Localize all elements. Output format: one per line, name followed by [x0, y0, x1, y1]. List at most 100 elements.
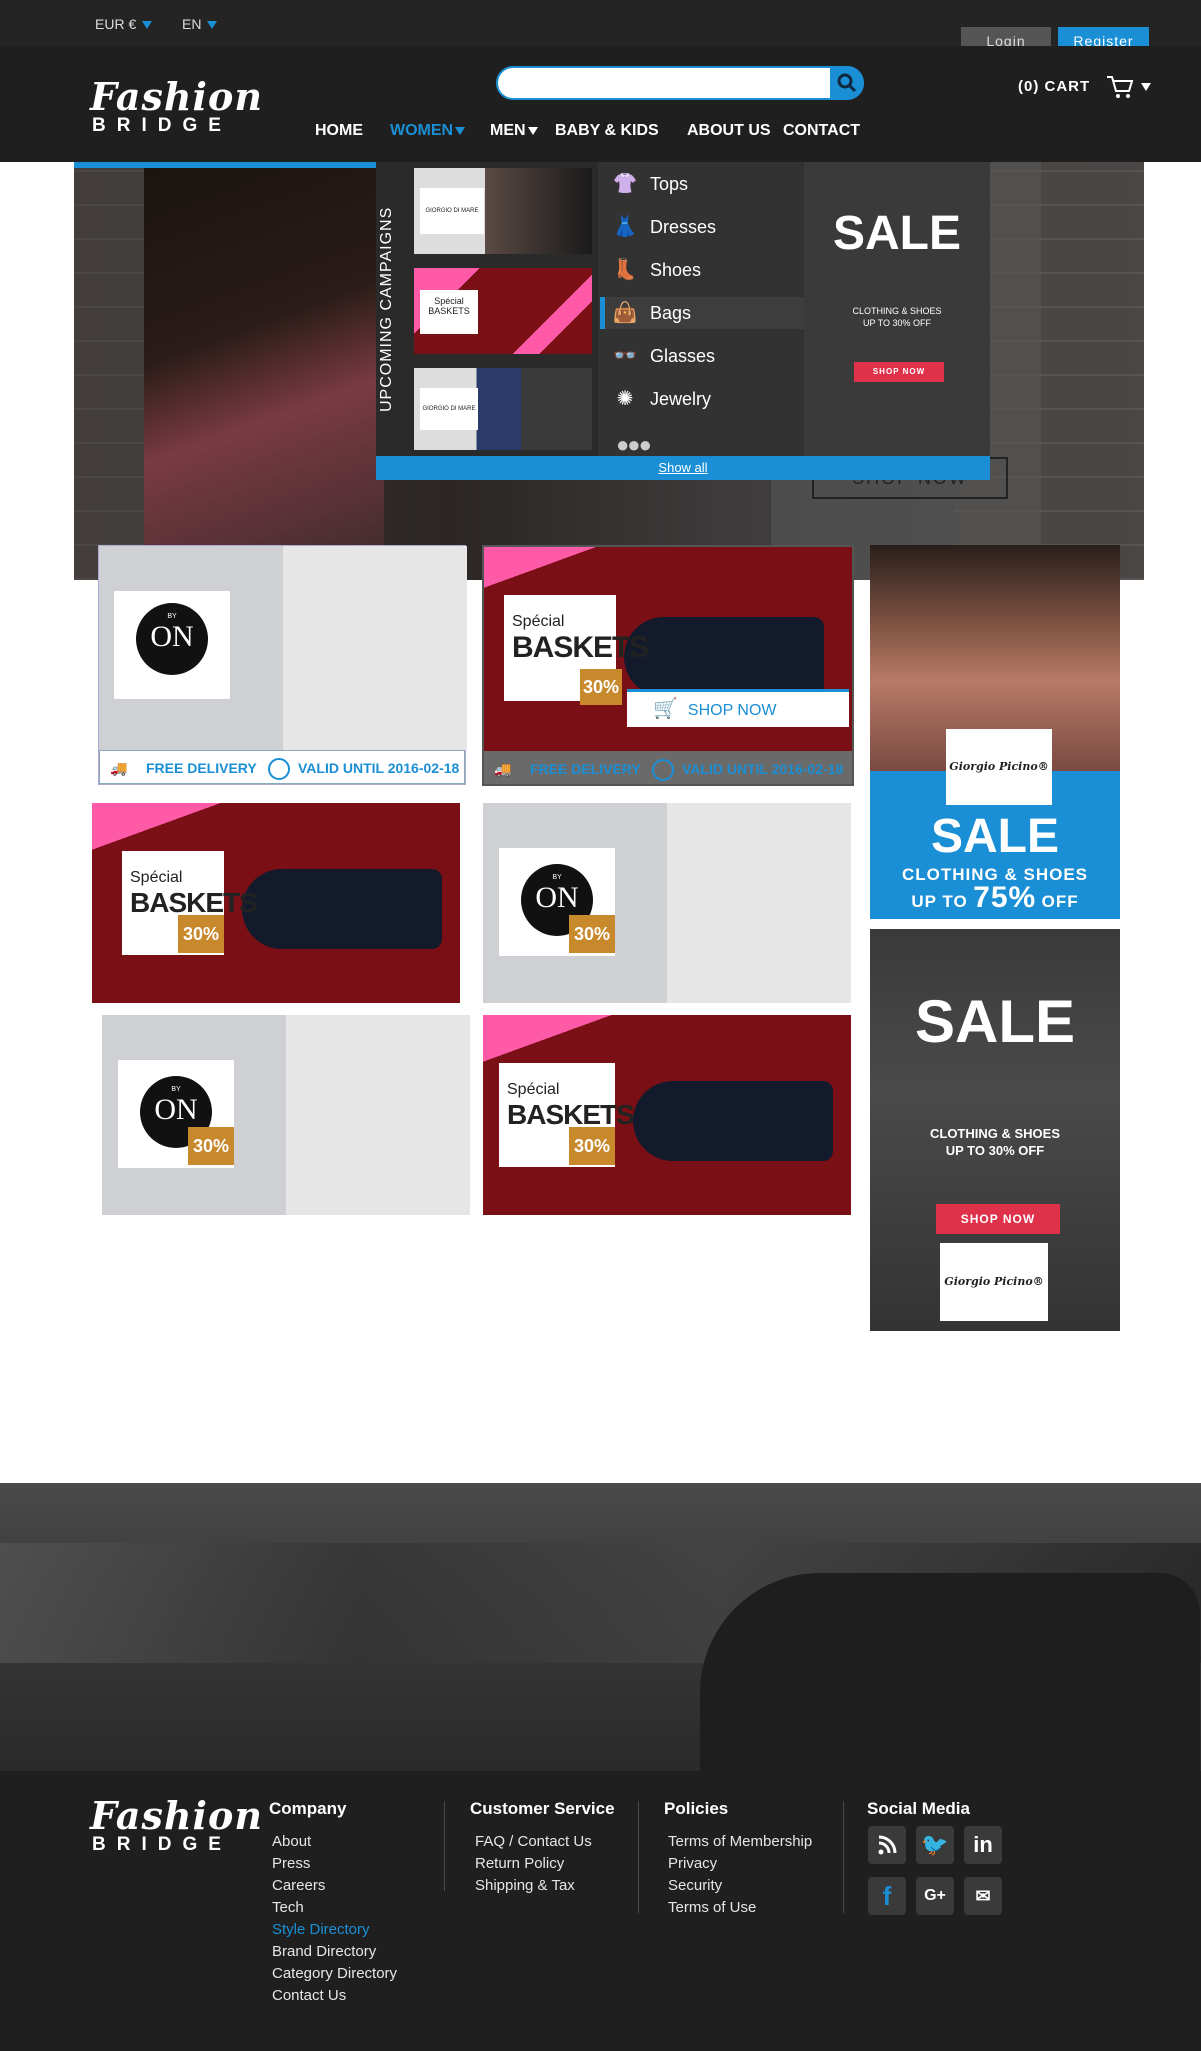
baskets-special: Spécial [507, 1081, 560, 1098]
side-ad-sale-title: SALE [930, 810, 1059, 863]
footer-link-brand-directory[interactable]: Brand Directory [272, 1941, 397, 1963]
show-all-link[interactable]: Show all [376, 456, 990, 480]
footer-link-faq[interactable]: FAQ / Contact Us [475, 1831, 592, 1853]
promo-shop-now-button[interactable]: SHOP NOW [854, 362, 944, 382]
search-button[interactable] [830, 66, 864, 100]
category-dresses[interactable]: 👗 Dresses [612, 207, 802, 247]
nav-about[interactable]: ABOUT US [687, 122, 771, 140]
bag-icon: 👜 [612, 302, 638, 324]
side-ad2-shop-now-button[interactable]: SHOP NOW [936, 1204, 1060, 1234]
footer: Fashion BRIDGE Company About Press Caree… [0, 1771, 1201, 2051]
footer-link-contact-us[interactable]: Contact Us [272, 1985, 397, 2007]
footer-link-about[interactable]: About [272, 1831, 397, 1853]
footer-link-press[interactable]: Press [272, 1853, 397, 1875]
nav-women-label: WOMEN [390, 122, 454, 139]
free-delivery-label: FREE DELIVERY [530, 761, 641, 777]
nav-home[interactable]: HOME [315, 122, 363, 140]
footer-logo[interactable]: Fashion BRIDGE [90, 1793, 263, 1856]
upcoming-campaigns: UPCOMING CAMPAIGNS GIORGIO DI MARE Spéci… [376, 162, 598, 456]
side-ad-pct: 75% [973, 881, 1037, 914]
logo[interactable]: Fashion BRIDGE [90, 74, 263, 137]
campaign-thumb-1[interactable]: GIORGIO DI MARE [414, 168, 592, 254]
footer-link-category-directory[interactable]: Category Directory [272, 1963, 397, 1985]
nav-women[interactable]: WOMEN [390, 122, 466, 140]
on-logo-text: ON [150, 620, 194, 653]
nav-contact[interactable]: CONTACT [783, 122, 860, 140]
campaign-logo-3: GIORGIO DI MARE [420, 388, 478, 430]
category-label: Dresses [650, 217, 717, 237]
valid-until-label: VALID UNTIL 2016-02-18 [682, 761, 844, 777]
footer-link-terms-use[interactable]: Terms of Use [668, 1897, 812, 1919]
rss-icon[interactable] [868, 1826, 906, 1864]
linkedin-icon[interactable]: in [964, 1826, 1002, 1864]
footer-link-careers[interactable]: Careers [272, 1875, 397, 1897]
campaign-tile-on-2[interactable]: BY ON 30% [483, 803, 851, 1003]
glasses-icon: 👓 [612, 345, 638, 367]
side-ad-upto: UP TO [911, 892, 968, 911]
discount-badge: 30% [569, 1127, 615, 1165]
truck-icon: 🚚 [110, 760, 128, 776]
currency-selector[interactable]: EUR € [95, 16, 153, 32]
clock-icon [268, 758, 290, 780]
campaign-thumb-2[interactable]: Spécial BASKETS [414, 268, 592, 354]
language-selector[interactable]: EN [182, 16, 218, 32]
campaign-tile-baskets-3[interactable]: Spécial BASKETS 30% [483, 1015, 851, 1215]
footer-divider [843, 1801, 844, 1913]
boot-icon: 👢 [612, 259, 638, 281]
tile-shop-now-button[interactable]: 🛒 SHOP NOW [627, 689, 849, 727]
category-label: Shoes [650, 260, 702, 280]
chevron-down-icon [142, 21, 153, 30]
cart-link[interactable]: (0) CART [1018, 74, 1151, 100]
baskets-special: Spécial [130, 869, 183, 886]
campaign-tile-on-3[interactable]: BY ON 30% [102, 1015, 470, 1215]
nav-men-label: MEN [490, 122, 526, 139]
category-glasses[interactable]: 👓 Glasses [612, 336, 802, 376]
campaign-logo-2: Spécial BASKETS [420, 290, 478, 334]
footer-link-terms-membership[interactable]: Terms of Membership [668, 1831, 812, 1853]
discount-badge: 30% [580, 669, 622, 705]
nav-baby-kids[interactable]: BABY & KIDS [555, 122, 659, 140]
footer-policies-links: Terms of Membership Privacy Security Ter… [668, 1831, 812, 1919]
facebook-icon[interactable]: f [868, 1877, 906, 1915]
giorgio-picino-logo: Giorgio Picino® [946, 729, 1052, 805]
campaign-tile-baskets-2[interactable]: Spécial BASKETS 30% [92, 803, 460, 1003]
ring-icon: ✺ [616, 388, 634, 410]
category-shoes[interactable]: 👢 Shoes [612, 250, 802, 290]
footer-social-title: Social Media [867, 1799, 970, 1818]
footer-link-shipping-tax[interactable]: Shipping & Tax [475, 1875, 592, 1897]
footer-link-style-directory[interactable]: Style Directory [272, 1919, 397, 1941]
category-bags[interactable]: 👜 Bags [612, 293, 802, 333]
logo-wordmark: Fashion [90, 74, 263, 119]
footer-link-tech[interactable]: Tech [272, 1897, 397, 1919]
campaign-tile-on-1[interactable]: BY ON 🚚 FREE DELIVERY VALID UNTIL 2016-02… [98, 545, 467, 785]
side-ad-sale-75[interactable]: Giorgio Picino® SALE CLOTHING & SHOES UP… [870, 545, 1120, 919]
email-icon[interactable]: ✉ [964, 1877, 1002, 1915]
campaigns-title: UPCOMING CAMPAIGNS [378, 206, 395, 412]
google-plus-icon[interactable]: G+ [916, 1877, 954, 1915]
brand-logo-on: BY ON [114, 591, 230, 699]
footer-link-privacy[interactable]: Privacy [668, 1853, 812, 1875]
campaign-thumb-3[interactable]: GIORGIO DI MARE [414, 368, 592, 450]
hero-accent-bar [74, 162, 376, 168]
top-bar: EUR € EN Login Register [0, 0, 1201, 55]
nav-men[interactable]: MEN [490, 122, 538, 140]
chevron-down-icon [207, 21, 218, 30]
category-tops[interactable]: 👚 Tops [612, 164, 802, 204]
twitter-icon[interactable]: 🐦 [916, 1826, 954, 1864]
footer-divider [638, 1801, 639, 1913]
category-jewelry[interactable]: ✺ Jewelry [612, 379, 802, 419]
on-logo-text: ON [535, 881, 579, 914]
footer-link-security[interactable]: Security [668, 1875, 812, 1897]
search-input[interactable] [496, 66, 864, 100]
side-ad-sale-30[interactable]: SALE CLOTHING & SHOES UP TO 30% OFF SHOP… [870, 929, 1120, 1331]
footer-link-return-policy[interactable]: Return Policy [475, 1853, 592, 1875]
chevron-down-icon [455, 126, 466, 135]
taxi-image [700, 1573, 1200, 1773]
campaign-logo-1: GIORGIO DI MARE [420, 188, 484, 234]
cart-label: (0) CART [1018, 77, 1091, 95]
more-dots-icon[interactable]: ●●● [616, 432, 652, 458]
free-delivery-label: FREE DELIVERY [146, 760, 257, 776]
top-icon: 👚 [612, 173, 638, 195]
campaign-tile-baskets-1[interactable]: Spécial BASKETS 30% 🛒 SHOP NOW 🚚 FREE DELI… [482, 545, 854, 786]
footer-company-links: About Press Careers Tech Style Directory… [272, 1831, 397, 2007]
